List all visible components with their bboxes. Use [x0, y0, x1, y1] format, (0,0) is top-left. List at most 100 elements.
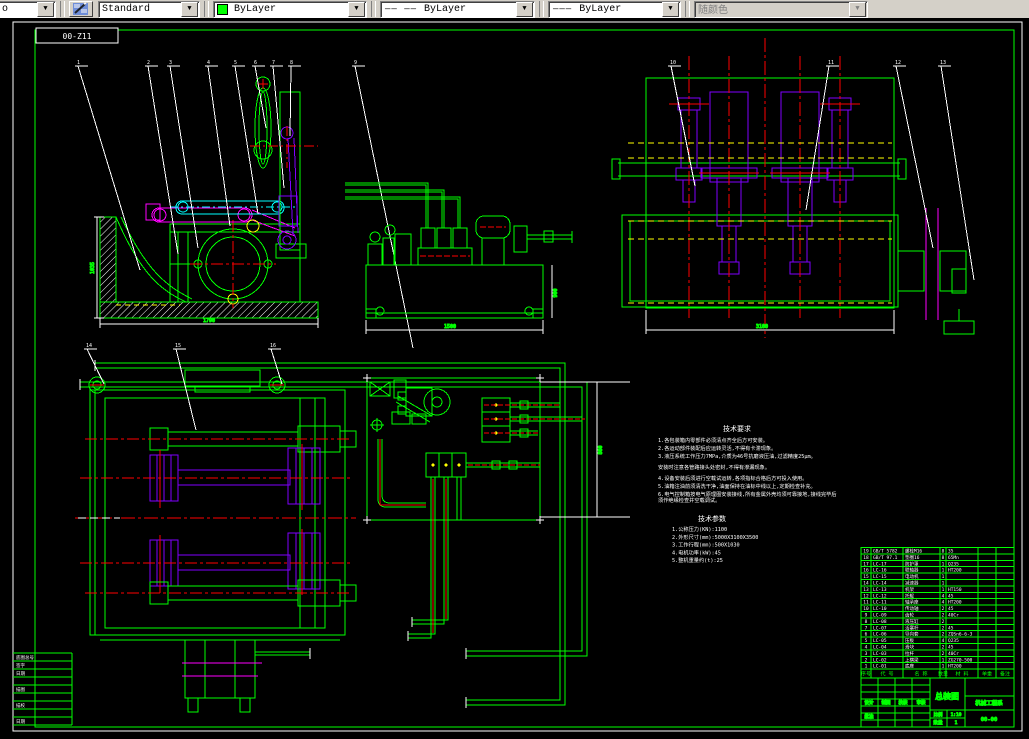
note-line: 须作绝缘检查并空载调试。	[658, 496, 720, 504]
chevron-down-icon[interactable]: ▼	[181, 2, 198, 17]
note-line: 5.整机重量约(t):25	[672, 556, 723, 564]
layer-combo-fragment: o	[0, 4, 37, 15]
bom-name: 拉杆	[905, 650, 914, 657]
dim-label: 1790	[203, 318, 215, 324]
linetype-combo[interactable]: —— —— ByLayer ▼	[380, 1, 535, 18]
bom-code: LC-08	[873, 619, 887, 625]
view-front-elevation: 1035 1790	[78, 66, 413, 348]
bom-code: LC-07	[873, 625, 887, 631]
color-swatch	[217, 4, 228, 15]
drawing-number: 00-00	[981, 717, 998, 723]
bom-name: 防护罩	[905, 560, 919, 567]
make-layer-current-button[interactable]	[69, 1, 93, 17]
bom-name: 托辊	[905, 592, 914, 599]
color-value: ByLayer	[231, 4, 348, 15]
bom-material: HT200	[948, 568, 962, 574]
bom-qty: 2	[942, 625, 945, 631]
bom-no: 2	[865, 657, 868, 663]
layer-combo-partial[interactable]: o ▼	[0, 1, 56, 18]
bom-code: LC-11	[873, 600, 887, 606]
linetype-sample: —— ——	[381, 4, 421, 14]
note-line: 2.各运动部件装配后应运转灵活,不得有卡滞现象。	[658, 444, 776, 452]
bom-qty: 1	[942, 664, 945, 670]
callout-label: 6	[254, 60, 257, 66]
chevron-down-icon[interactable]: ▼	[516, 2, 533, 17]
bom-material: 45	[948, 606, 954, 612]
bom-qty: 1	[942, 657, 945, 663]
bom-code: LC-15	[873, 574, 887, 580]
bom-material: 35	[948, 549, 954, 555]
parts-list-table: 19GB/T 5782螺栓M1683518GB/T 97.1垫圈16865Mn1…	[861, 548, 1014, 679]
note-line: 4.设备安装后须进行空载试运转,各项指标合格后方可投入使用。	[658, 474, 807, 482]
bom-name: 底座	[905, 663, 914, 670]
toolbar-separator	[60, 1, 65, 17]
bom-material: 40Cr	[948, 651, 959, 657]
bom-qty: 1	[942, 561, 945, 567]
note-line: 1.各包装箱内零部件必须清点齐全后方可安装。	[658, 436, 768, 444]
bom-no: 14	[863, 581, 869, 587]
notes-title: 技术要求	[723, 424, 751, 433]
chevron-down-icon: ▼	[849, 2, 866, 17]
bom-code: LC-10	[873, 606, 887, 612]
layer-pencil-icon	[73, 2, 89, 16]
bom-qty: 8	[942, 555, 945, 561]
bom-header: 名 称	[914, 671, 927, 678]
technical-notes-block: 技术要求 1.各包装箱内零部件必须清点齐全后方可安装。2.各运动部件装配后应运转…	[658, 424, 837, 504]
bom-no: 5	[865, 638, 868, 644]
bom-code: LC-06	[873, 632, 887, 638]
bom-code: LC-09	[873, 613, 887, 619]
bom-header: 单重	[982, 671, 992, 678]
toolbar-separator	[539, 1, 544, 17]
bom-no: 9	[865, 613, 868, 619]
dim-label: 900	[553, 288, 559, 297]
scale-label: 比例	[934, 711, 943, 718]
callout-label: 14	[86, 343, 92, 349]
dim-label: 1500	[444, 324, 456, 330]
bom-name: 机架	[905, 586, 914, 593]
text-style-combo[interactable]: Standard ▼	[98, 1, 200, 18]
bom-name: 电动机	[905, 573, 919, 580]
bom-no: 8	[865, 619, 868, 625]
bom-name: 上横梁	[905, 656, 919, 663]
chevron-down-icon[interactable]: ▼	[662, 2, 679, 17]
bom-material: Q235	[948, 638, 959, 644]
callout-label: 15	[175, 343, 181, 349]
bom-qty: 2	[942, 645, 945, 651]
dim-label: 3100	[756, 324, 768, 330]
chevron-down-icon[interactable]: ▼	[348, 2, 365, 17]
callout-label: 1	[77, 60, 80, 66]
bom-no: 19	[863, 549, 869, 555]
bom-qty: 4	[942, 638, 945, 644]
bom-material: 65Mn	[948, 555, 959, 561]
bom-name: 传动轴	[905, 605, 919, 612]
callout-label: 8	[290, 60, 293, 66]
revision-cell: 签字	[16, 662, 25, 669]
bom-qty: 2	[942, 613, 945, 619]
view-hydraulic-elevation: 1500 900	[345, 183, 572, 334]
lineweight-value: ByLayer	[576, 4, 662, 15]
qty-label: 数量	[934, 719, 943, 726]
bom-material: 40Cr	[948, 613, 959, 619]
note-line: 安装时注意各管路接头处密封,不得有渗漏现象。	[658, 463, 770, 471]
parameters-block: 技术参数 1.公称压力(KN):11002.外形尺寸(mm):5000X3100…	[672, 514, 758, 564]
cad-application-window: { "toolbar": { "partial_fragment": "o", …	[0, 0, 1029, 739]
bom-no: 1	[865, 664, 868, 670]
revision-strip: 底图总号签字日期描图描校日期	[13, 653, 72, 725]
drawing-canvas[interactable]: 00-Z11	[0, 18, 1029, 739]
lineweight-combo[interactable]: ——— ByLayer ▼	[548, 1, 681, 18]
revision-cell: 描校	[16, 702, 25, 709]
bom-qty: 1	[942, 568, 945, 574]
revision-cell: 描图	[16, 686, 25, 693]
text-style-value: Standard	[99, 4, 181, 15]
callout-label: 12	[895, 60, 901, 66]
bom-qty: 4	[942, 600, 945, 606]
bom-no: 4	[865, 645, 868, 651]
bom-header: 序号	[861, 671, 871, 678]
chevron-down-icon[interactable]: ▼	[37, 2, 54, 17]
callout-label: 9	[354, 60, 357, 66]
sheet-label: 00-Z11	[63, 32, 92, 41]
color-combo[interactable]: ByLayer ▼	[213, 1, 367, 18]
callout-label: 5	[234, 60, 237, 66]
revision-cell: 日期	[16, 719, 25, 725]
bom-qty: 4	[942, 593, 945, 599]
